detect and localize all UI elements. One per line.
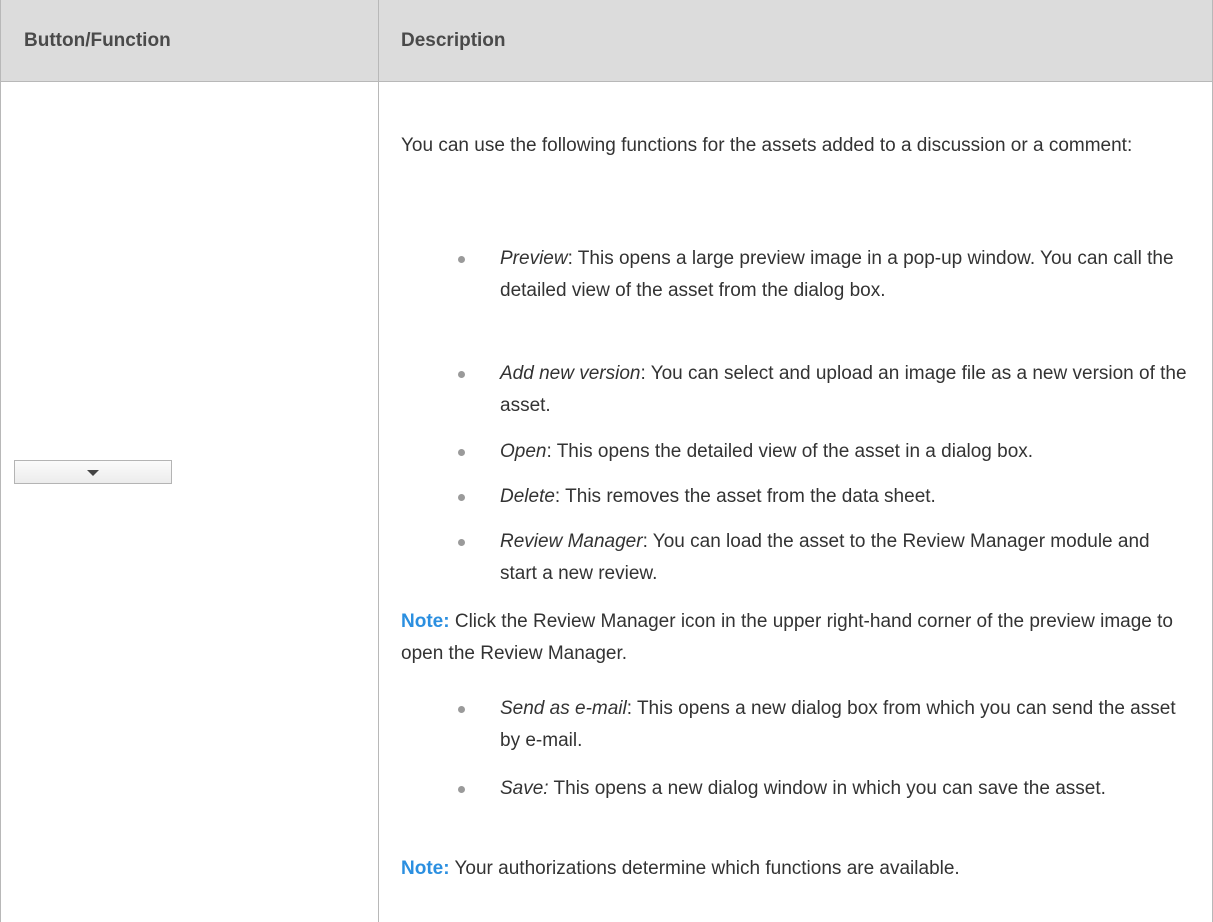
table-left-border [0,0,1,922]
bullet-dot [458,449,465,456]
bullet-dot [458,706,465,713]
column-divider [378,0,379,922]
list-item-text: Preview: This opens a large preview imag… [500,248,1174,301]
list-item-text: Save: This opens a new dialog window in … [500,778,1106,799]
list-item-text: Delete: This removes the asset from the … [500,486,936,507]
asset-functions-dropdown[interactable] [14,460,172,484]
list-item-text: Send as e-mail: This opens a new dialog … [500,698,1176,751]
note-authorizations: Note: Your authorizations determine whic… [401,853,1196,885]
note-review-manager: Note: Click the Review Manager icon in t… [401,606,1196,670]
header-button-function: Button/Function [24,30,171,51]
list-item-text: Add new version: You can select and uplo… [500,363,1187,416]
bullet-dot [458,494,465,501]
note-label: Note: [401,858,450,879]
function-table: Button/Function Description You can use … [0,0,1213,922]
list-item-text: Open: This opens the detailed view of th… [500,441,1034,462]
chevron-down-icon [87,470,99,476]
header-description: Description [401,30,506,51]
note-text: Click the Review Manager icon in the upp… [401,611,1173,664]
note-label: Note: [401,611,450,632]
intro-text: You can use the following functions for … [401,135,1133,156]
note-text: Your authorizations determine which func… [449,858,960,879]
bullet-dot [458,256,465,263]
bullet-dot [458,371,465,378]
list-item-text: Review Manager: You can load the asset t… [500,531,1150,584]
bullet-dot [458,539,465,546]
bullet-dot [458,786,465,793]
table-header-row: Button/Function Description [0,0,1213,82]
